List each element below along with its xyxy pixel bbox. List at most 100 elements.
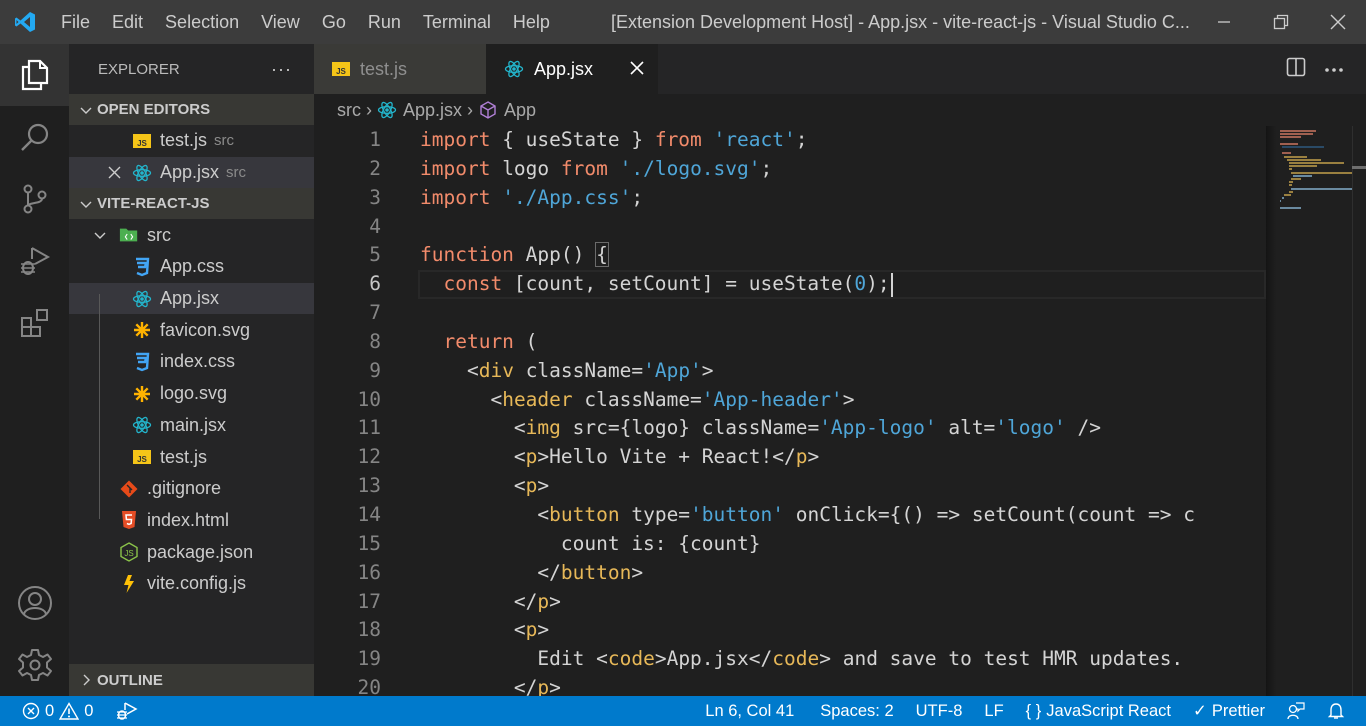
code-line[interactable]: 3 import './App.css'; (314, 184, 1266, 213)
debug-status[interactable] (102, 696, 147, 726)
menu-view[interactable]: View (250, 0, 311, 44)
more-actions-icon[interactable] (1324, 60, 1344, 78)
code-line[interactable]: 14 <button type='button' onClick={() => … (314, 501, 1266, 530)
file-item[interactable]: logo.svg (69, 378, 314, 410)
activity-extensions[interactable] (0, 292, 69, 354)
file-item[interactable]: index.css (69, 346, 314, 378)
status-bar-right: Ln 6, Col 41 Spaces: 2 UTF-8 LF { } Java… (696, 696, 1354, 726)
menu-selection[interactable]: Selection (154, 0, 250, 44)
file-item[interactable]: App.css (69, 251, 314, 283)
code-line[interactable]: 17 </p> (314, 588, 1266, 617)
file-item[interactable]: .gitignore (69, 473, 314, 505)
tab-app-jsx[interactable]: App.jsx (486, 44, 658, 94)
formatter-label: Prettier (1211, 701, 1265, 720)
file-item[interactable]: vite.config.js (69, 568, 314, 600)
activity-run-debug[interactable] (0, 230, 69, 292)
language-mode[interactable]: { } JavaScript React (1017, 696, 1180, 726)
indentation[interactable]: Spaces: 2 (811, 696, 902, 726)
notifications-button[interactable] (1318, 696, 1354, 726)
open-editor-item[interactable]: App.jsx src (69, 156, 314, 189)
line-content: </button> (537, 560, 644, 584)
close-tab-icon[interactable] (630, 58, 644, 81)
cursor-position[interactable]: Ln 6, Col 41 (696, 696, 803, 726)
code-line[interactable]: 2 import logo from './logo.svg'; (314, 155, 1266, 184)
menu-file[interactable]: File (50, 0, 101, 44)
open-editors-header[interactable]: OPEN EDITORS (69, 94, 314, 125)
activity-source-control[interactable] (0, 168, 69, 230)
breadcrumb-file[interactable]: App.jsx (377, 100, 462, 121)
open-editor-item[interactable]: JS test.js src (69, 125, 314, 157)
line-number: 15 (357, 531, 381, 555)
menu-help[interactable]: Help (502, 0, 561, 44)
search-icon (20, 123, 48, 151)
code-line[interactable]: 13 <p> (314, 472, 1266, 501)
activity-manage[interactable] (0, 634, 69, 696)
breadcrumb-symbol-label: App (504, 99, 537, 120)
close-editor-icon[interactable] (107, 165, 124, 180)
problems-status[interactable]: 0 0 (0, 696, 102, 726)
folder-src[interactable]: src (69, 219, 314, 251)
breadcrumb-file-label: App.jsx (403, 99, 463, 120)
outline-header[interactable]: OUTLINE (69, 664, 314, 696)
menu-terminal[interactable]: Terminal (412, 0, 502, 44)
breadcrumb-folder[interactable]: src (337, 100, 361, 121)
file-item[interactable]: JS package.json (69, 536, 314, 568)
code-line[interactable]: 12 <p>Hello Vite + React!</p> (314, 443, 1266, 472)
code-line[interactable]: 6 const [count, setCount] = useState(0); (314, 270, 1266, 300)
minimize-button[interactable] (1195, 0, 1252, 44)
activity-accounts[interactable] (0, 572, 69, 634)
code-line[interactable]: 9 <div className='App'> (314, 357, 1266, 386)
menu-go[interactable]: Go (311, 0, 357, 44)
code-line[interactable]: 10 <header className='App-header'> (314, 386, 1266, 415)
end-of-line[interactable]: LF (975, 696, 1012, 726)
svg-text:JS: JS (124, 549, 133, 558)
code-line[interactable]: 16 </button> (314, 559, 1266, 588)
activity-bar (0, 44, 69, 696)
minimap-line (1282, 152, 1291, 155)
encoding[interactable]: UTF-8 (907, 696, 972, 726)
more-actions-button[interactable]: ··· (271, 59, 292, 80)
file-item[interactable]: JS test.js (69, 441, 314, 473)
close-window-button[interactable] (1309, 0, 1366, 44)
code-line[interactable]: 15 count is: {count} (314, 530, 1266, 559)
menu-edit[interactable]: Edit (101, 0, 154, 44)
line-content: <header className='App-header'> (490, 387, 855, 411)
code-line[interactable]: 5 function App() { (314, 241, 1266, 270)
file-item[interactable]: main.jsx (69, 410, 314, 442)
breadcrumb-symbol[interactable]: App (478, 100, 536, 121)
file-item[interactable]: favicon.svg (69, 314, 314, 346)
code-line[interactable]: 1 import { useState } from 'react'; (314, 126, 1266, 155)
minimap-line (1286, 158, 1321, 161)
code-line[interactable]: 11 <img src={logo} className='App-logo' … (314, 414, 1266, 443)
file-name: App.jsx (160, 288, 220, 309)
tab-test-js[interactable]: JS test.js (314, 44, 486, 94)
activity-search[interactable] (0, 106, 69, 168)
vertical-scrollbar[interactable] (1352, 126, 1366, 696)
file-name: test.js (160, 446, 208, 467)
menu-run[interactable]: Run (357, 0, 412, 44)
line-number: 2 (369, 156, 381, 180)
code-editor[interactable]: 1 import { useState } from 'react'; 2 impor… (314, 126, 1266, 699)
file-name: .gitignore (147, 478, 222, 499)
code-line[interactable]: 18 <p> (314, 616, 1266, 645)
file-name: vite.config.js (147, 573, 247, 594)
code-line[interactable]: 4 (314, 213, 1266, 242)
folder-src-icon (119, 225, 139, 245)
formatter-status[interactable]: ✓ Prettier (1184, 696, 1274, 726)
file-item[interactable]: App.jsx (69, 282, 314, 315)
line-content: Edit <code>App.jsx</code> and save to te… (420, 647, 1184, 671)
source-control-icon (23, 184, 46, 214)
language-label: JavaScript React (1046, 701, 1171, 720)
activity-explorer[interactable] (0, 44, 69, 106)
code-line[interactable]: 7 (314, 299, 1266, 328)
restore-button[interactable] (1252, 0, 1309, 44)
split-editor-icon[interactable] (1286, 57, 1306, 82)
code-line[interactable]: 19 Edit <code>App.jsx</code> and save to… (314, 645, 1266, 674)
minimap[interactable] (1266, 126, 1366, 696)
project-header[interactable]: VITE-REACT-JS (69, 188, 314, 220)
run-debug-icon (117, 702, 138, 720)
feedback-button[interactable] (1278, 696, 1314, 726)
chevron-down-icon (93, 228, 111, 242)
code-line[interactable]: 8 return ( (314, 328, 1266, 357)
file-item[interactable]: index.html (69, 505, 314, 537)
